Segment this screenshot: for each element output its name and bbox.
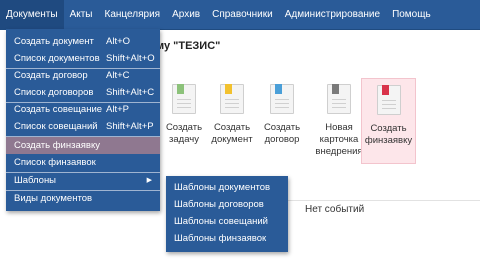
menu-acts[interactable]: Акты — [64, 0, 99, 29]
dd-item-label: Создать договор — [14, 70, 88, 81]
submenu-item-label: Шаблоны финзаявок — [174, 233, 267, 244]
dd-create-contract[interactable]: Создать договор Alt+C — [6, 67, 160, 84]
task-doc-icon — [172, 84, 196, 114]
chevron-right-icon: ▶ — [146, 177, 152, 184]
documents-dropdown: Создать документ Alt+O Список документов… — [6, 29, 160, 211]
menu-archive[interactable]: Архив — [166, 0, 206, 29]
contract-icon — [270, 84, 294, 114]
submenu-item-label: Шаблоны документов — [174, 182, 271, 193]
dd-list-meetings[interactable]: Список совещаний Shift+Alt+P — [6, 118, 160, 135]
menu-office[interactable]: Канцелярия — [99, 0, 167, 29]
submenu-item-label: Шаблоны совещаний — [174, 216, 268, 227]
tile-new-implementation-card[interactable]: Новая карточка внедрения — [310, 84, 368, 164]
tile-label: Создать документ — [211, 122, 253, 145]
dd-item-shortcut: Shift+Alt+C — [106, 87, 155, 98]
menu-administration[interactable]: Администрирование — [279, 0, 386, 29]
no-events-text: Нет событий — [305, 204, 365, 215]
dd-item-label: Список договоров — [14, 87, 94, 98]
page-title: ему "ТЕЗИС" — [150, 40, 221, 52]
dd-item-label: Список финзаявок — [14, 157, 96, 168]
submenu-meeting-templates[interactable]: Шаблоны совещаний — [166, 213, 288, 230]
dd-item-shortcut: Shift+Alt+O — [106, 53, 155, 64]
tile-label: Создать финзаявку — [364, 123, 413, 146]
dd-list-finrequests[interactable]: Список финзаявок — [6, 154, 160, 171]
dd-list-contracts[interactable]: Список договоров Shift+Alt+C — [6, 84, 160, 101]
dd-document-types[interactable]: Виды документов — [6, 190, 160, 207]
dd-list-documents[interactable]: Список документов Shift+Alt+O — [6, 50, 160, 67]
templates-submenu: Шаблоны документов Шаблоны договоров Шаб… — [166, 176, 288, 252]
dd-item-label: Создать документ — [14, 36, 94, 47]
dd-item-shortcut: Shift+Alt+P — [106, 121, 154, 132]
tile-create-task[interactable]: Создать задачу — [160, 84, 208, 164]
submenu-item-label: Шаблоны договоров — [174, 199, 264, 210]
dd-item-label: Шаблоны — [14, 175, 57, 186]
dd-create-document[interactable]: Создать документ Alt+O — [6, 33, 160, 50]
dd-create-finrequest[interactable]: Создать финзаявку — [6, 137, 160, 154]
dd-item-label: Список документов — [14, 53, 100, 64]
menu-documents[interactable]: Документы — [0, 0, 64, 29]
submenu-contract-templates[interactable]: Шаблоны договоров — [166, 196, 288, 213]
tile-label: Создать задачу — [165, 122, 203, 145]
dd-item-shortcut: Alt+P — [106, 104, 129, 115]
tile-label: Новая карточка внедрения — [315, 122, 363, 157]
implementation-card-icon — [327, 84, 351, 114]
menu-references[interactable]: Справочники — [206, 0, 279, 29]
menu-help[interactable]: Помощь — [386, 0, 437, 29]
tile-create-document[interactable]: Создать документ — [208, 84, 256, 164]
main-menubar: Документы Акты Канцелярия Архив Справочн… — [0, 0, 480, 30]
dd-create-meeting[interactable]: Создать совещание Alt+P — [6, 101, 160, 118]
dd-item-label: Виды документов — [14, 193, 93, 204]
dd-item-label: Список совещаний — [14, 121, 98, 132]
submenu-finrequest-templates[interactable]: Шаблоны финзаявок — [166, 230, 288, 247]
dd-templates[interactable]: Шаблоны ▶ — [6, 172, 160, 189]
dd-item-shortcut: Alt+O — [106, 36, 131, 47]
finrequest-icon — [376, 85, 401, 115]
tile-create-finrequest[interactable]: Создать финзаявку — [361, 78, 416, 164]
tile-label: Создать договор — [263, 122, 301, 145]
submenu-document-templates[interactable]: Шаблоны документов — [166, 179, 288, 196]
dd-item-label: Создать финзаявку — [14, 140, 100, 151]
tile-create-contract[interactable]: Создать договор — [258, 84, 306, 164]
document-icon — [220, 84, 244, 114]
dd-item-label: Создать совещание — [14, 104, 103, 115]
dd-item-shortcut: Alt+C — [106, 70, 130, 81]
